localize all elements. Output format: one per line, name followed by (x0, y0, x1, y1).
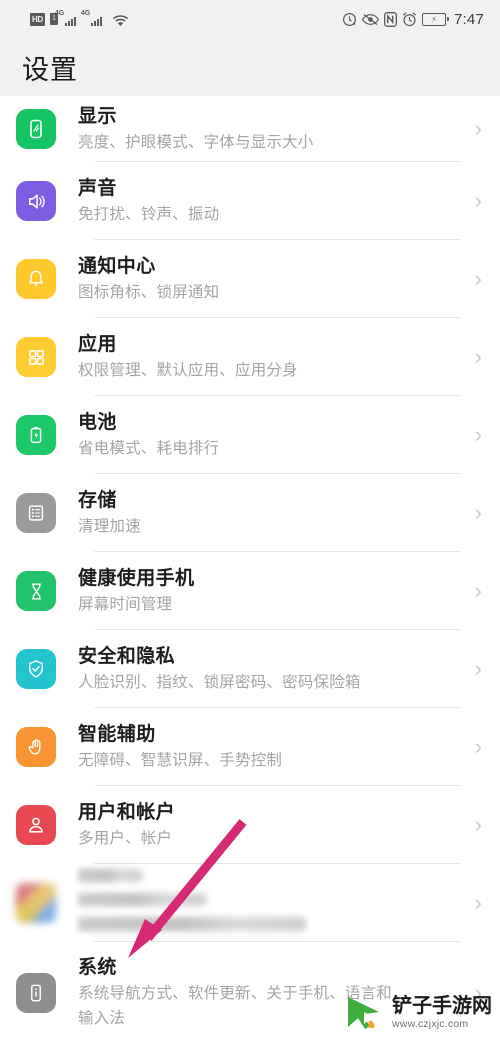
settings-item-security-privacy[interactable]: 安全和隐私 人脸识别、指纹、锁屏密码、密码保险箱 › (0, 630, 500, 708)
chevron-right-icon: › (474, 500, 482, 525)
chevron-right-icon: › (474, 422, 482, 447)
settings-item-battery[interactable]: 电池 省电模式、耗电排行 › (0, 396, 500, 474)
blurred-subtitle-line (78, 916, 306, 931)
status-bar-clock: 7:47 (454, 10, 484, 28)
chevron-right-icon: › (474, 656, 482, 681)
network-label-1: 4G (54, 10, 65, 17)
settings-item-title: 通知中心 (78, 255, 156, 277)
battery-icon (16, 415, 56, 455)
settings-item-title: 存储 (78, 489, 117, 511)
settings-item-title: 声音 (78, 177, 117, 199)
page-title: 设置 (22, 54, 78, 85)
eye-comfort-icon (362, 13, 379, 26)
shield-check-icon (16, 649, 56, 689)
settings-item-subtitle-line1: 系统导航方式、软件更新、关于手机、语言和 (78, 985, 393, 1002)
blurred-text-block (78, 868, 469, 938)
settings-item-users-accounts[interactable]: 用户和帐户 多用户、帐户 › (0, 786, 500, 864)
chevron-right-icon: › (474, 344, 482, 369)
settings-item-subtitle: 图标角标、锁屏通知 (78, 283, 220, 301)
signal-4g-icon-1: 4G (55, 10, 76, 26)
settings-item-title: 健康使用手机 (78, 567, 195, 589)
settings-item-storage[interactable]: 存储 清理加速 › (0, 474, 500, 552)
battery-charging-icon: ⚡ (422, 12, 449, 26)
sync-icon (342, 12, 357, 27)
hd-icon: HD (30, 12, 45, 26)
chevron-right-icon: › (474, 116, 482, 141)
settings-item-title: 用户和帐户 (78, 801, 176, 823)
settings-item-subtitle: 免打扰、铃声、振动 (78, 205, 220, 223)
settings-item-subtitle: 多用户、帐户 (78, 829, 173, 847)
chevron-right-icon: › (474, 188, 482, 213)
apps-grid-icon (16, 337, 56, 377)
status-bar-right: ⚡ 7:47 (342, 11, 484, 28)
settings-item-digital-balance[interactable]: 健康使用手机 屏幕时间管理 › (0, 552, 500, 630)
chevron-right-icon: › (474, 266, 482, 291)
settings-item-notification-center[interactable]: 通知中心 图标角标、锁屏通知 › (0, 240, 500, 318)
settings-item-title: 显示 (78, 105, 117, 127)
network-label-2: 4G (80, 10, 91, 17)
status-bar: HD 1 4G 4G ⚡ 7:47 (0, 0, 500, 38)
settings-item-sound[interactable]: 声音 免打扰、铃声、振动 › (0, 162, 500, 240)
system-phone-icon (16, 973, 56, 1013)
settings-item-subtitle: 省电模式、耗电排行 (78, 439, 220, 457)
chevron-right-icon: › (474, 812, 482, 837)
settings-item-smart-assistance[interactable]: 智能辅助 无障碍、智慧识屏、手势控制 › (0, 708, 500, 786)
settings-item-title: 智能辅助 (78, 723, 156, 745)
settings-item-subtitle: 清理加速 (78, 517, 141, 535)
user-icon (16, 805, 56, 845)
settings-item-display[interactable]: 显示 亮度、护眼模式、字体与显示大小 › (0, 96, 500, 162)
chevron-right-icon: › (474, 980, 482, 1005)
settings-item-subtitle: 人脸识别、指纹、锁屏密码、密码保险箱 (78, 673, 361, 691)
settings-item-subtitle-line2: 输入法 (78, 1010, 126, 1027)
settings-item-apps[interactable]: 应用 权限管理、默认应用、应用分身 › (0, 318, 500, 396)
chevron-right-icon: › (474, 578, 482, 603)
settings-item-subtitle: 权限管理、默认应用、应用分身 (78, 361, 298, 379)
hourglass-icon (16, 571, 56, 611)
chevron-right-icon: › (474, 734, 482, 759)
settings-item-subtitle: 无障碍、智慧识屏、手势控制 (78, 751, 283, 769)
sound-icon (16, 181, 56, 221)
blurred-title-line (78, 892, 206, 906)
hand-icon (16, 727, 56, 767)
settings-item-blurred[interactable]: › (0, 864, 500, 942)
settings-item-subtitle: 亮度、护眼模式、字体与显示大小 (78, 133, 314, 151)
multicolor-app-icon (16, 883, 56, 923)
settings-item-subtitle: 屏幕时间管理 (78, 595, 173, 613)
settings-item-system[interactable]: 系统 系统导航方式、软件更新、关于手机、语言和 输入法 › (0, 942, 500, 1039)
settings-list: 显示 亮度、护眼模式、字体与显示大小 › 声音 免打扰、铃声、振动 › 通知中心… (0, 96, 500, 1039)
settings-item-title: 系统 (78, 957, 117, 978)
storage-icon (16, 493, 56, 533)
display-icon (16, 109, 56, 149)
chevron-right-icon: › (474, 890, 482, 915)
status-bar-left: HD 1 4G 4G (30, 10, 129, 26)
phone-screen: HD 1 4G 4G ⚡ 7:47 设置 显示 亮度、护眼模式、字体与显示大小 … (0, 0, 500, 1039)
wifi-icon (112, 13, 129, 26)
settings-item-title: 电池 (78, 411, 117, 433)
settings-item-title: 安全和隐私 (78, 645, 176, 667)
signal-4g-icon-2: 4G (81, 10, 102, 26)
bell-icon (16, 259, 56, 299)
nfc-icon (384, 11, 397, 27)
page-header: 设置 (0, 38, 500, 96)
alarm-icon (402, 11, 417, 27)
blurred-title-line (78, 868, 142, 882)
settings-item-title: 应用 (78, 333, 117, 355)
